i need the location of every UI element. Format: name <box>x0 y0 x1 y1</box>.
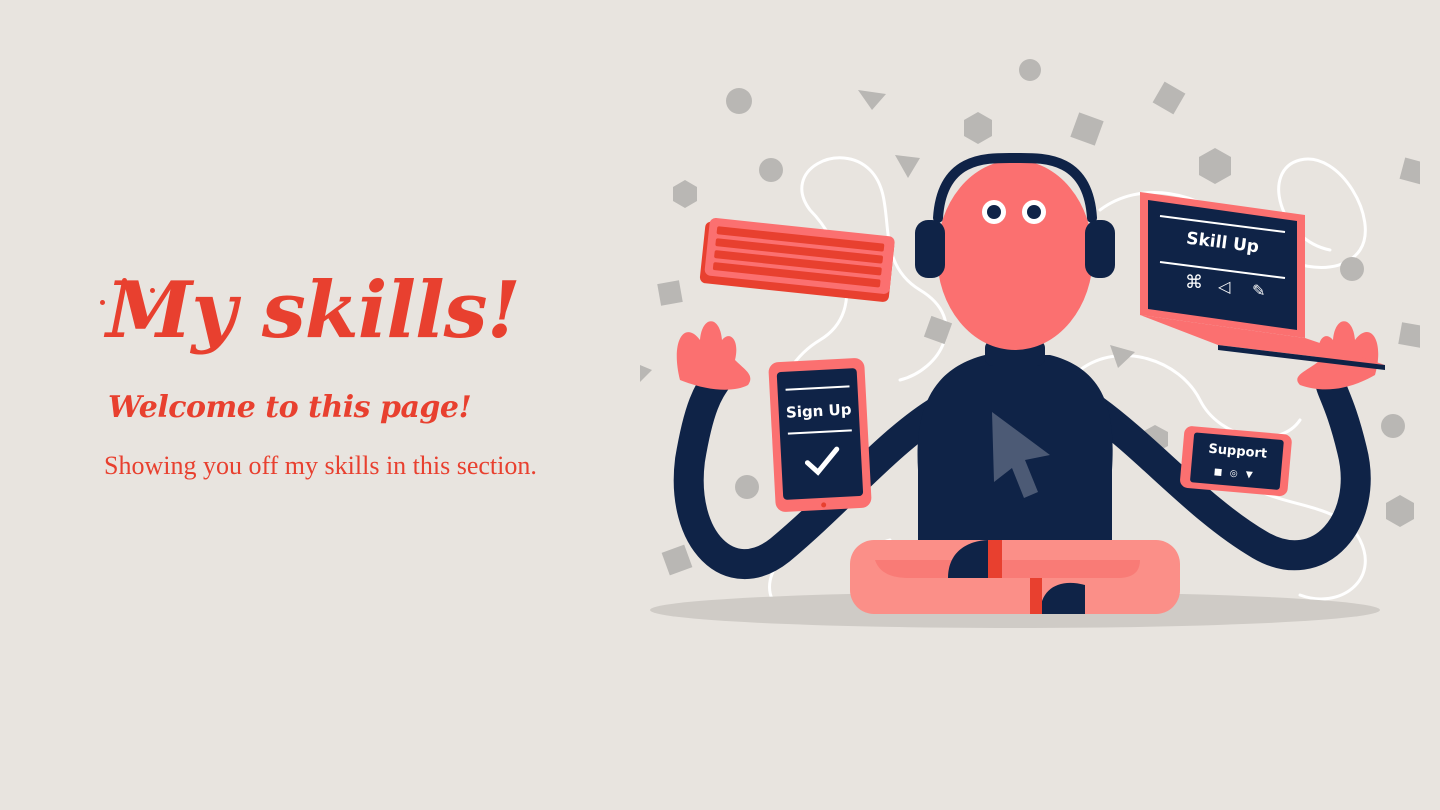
instagram-hex-icon <box>1199 148 1231 184</box>
left-pupil <box>987 205 1001 219</box>
lock-tile-icon <box>923 315 953 345</box>
share-bubble-icon <box>1019 59 1041 81</box>
page-description: Showing you off my skills in this sectio… <box>104 450 537 480</box>
hero-section: My skills! Welcome to this page! Showing… <box>100 270 660 481</box>
speaker-triangle-icon <box>895 155 920 178</box>
figure-head <box>937 160 1093 350</box>
command-hex-icon <box>964 112 992 144</box>
phone-device: Support ■ ◎ ▼ <box>1180 426 1292 497</box>
tablet-label: Sign Up <box>786 400 853 421</box>
page-title: My skills! <box>100 270 660 352</box>
speaker-icon: ◁ <box>1217 277 1231 296</box>
bell-triangle-icon <box>640 365 652 382</box>
laptop-screen <box>1148 200 1297 330</box>
leg-crease <box>875 560 1140 579</box>
left-sock <box>988 540 1002 578</box>
pencil-icon: ✎ <box>1252 281 1265 300</box>
facebook-tile-icon <box>657 280 683 306</box>
facebook-icon: ■ <box>1213 467 1222 478</box>
meditating-multitasker-illustration: Skill Up ⌘ ◁ ✎ Sign Up Support ■ ◎ ▼ <box>640 40 1420 660</box>
instagram-icon: ◎ <box>1229 469 1238 480</box>
tablet-device: Sign Up <box>768 358 872 512</box>
sparkle-dot <box>122 278 127 283</box>
check-triangle-icon <box>858 90 886 110</box>
right-sock <box>1030 578 1042 614</box>
right-pupil <box>1027 205 1041 219</box>
twitter-icon: ▼ <box>1245 470 1253 481</box>
bell-bubble-icon <box>759 158 783 182</box>
bell-bubble-icon <box>735 475 759 499</box>
keyboard-device <box>699 218 895 302</box>
document-tile-icon <box>1399 157 1420 185</box>
pound-tile-icon <box>661 544 693 576</box>
gear-hex-icon <box>1386 495 1414 527</box>
twitter-bubble-icon <box>1340 257 1364 281</box>
bell-bubble-icon <box>1381 414 1405 438</box>
gear-tile-icon <box>1152 81 1186 115</box>
command-icon: ⌘ <box>1185 272 1203 293</box>
twitter-bubble-icon <box>726 88 752 114</box>
headphones-right-cup <box>1085 220 1115 278</box>
phone-screen <box>1190 432 1284 490</box>
headphones-left-cup <box>915 220 945 278</box>
window-tile-icon <box>1398 322 1420 348</box>
sparkle-dot <box>150 288 155 293</box>
fingerprint-hex-icon <box>673 180 697 208</box>
page-title-text: My skills! <box>106 265 521 356</box>
page-subtitle: Welcome to this page! <box>108 389 472 425</box>
left-hand <box>676 321 751 390</box>
sparkle-dot <box>100 300 105 305</box>
pound-tile-icon <box>1070 112 1104 146</box>
